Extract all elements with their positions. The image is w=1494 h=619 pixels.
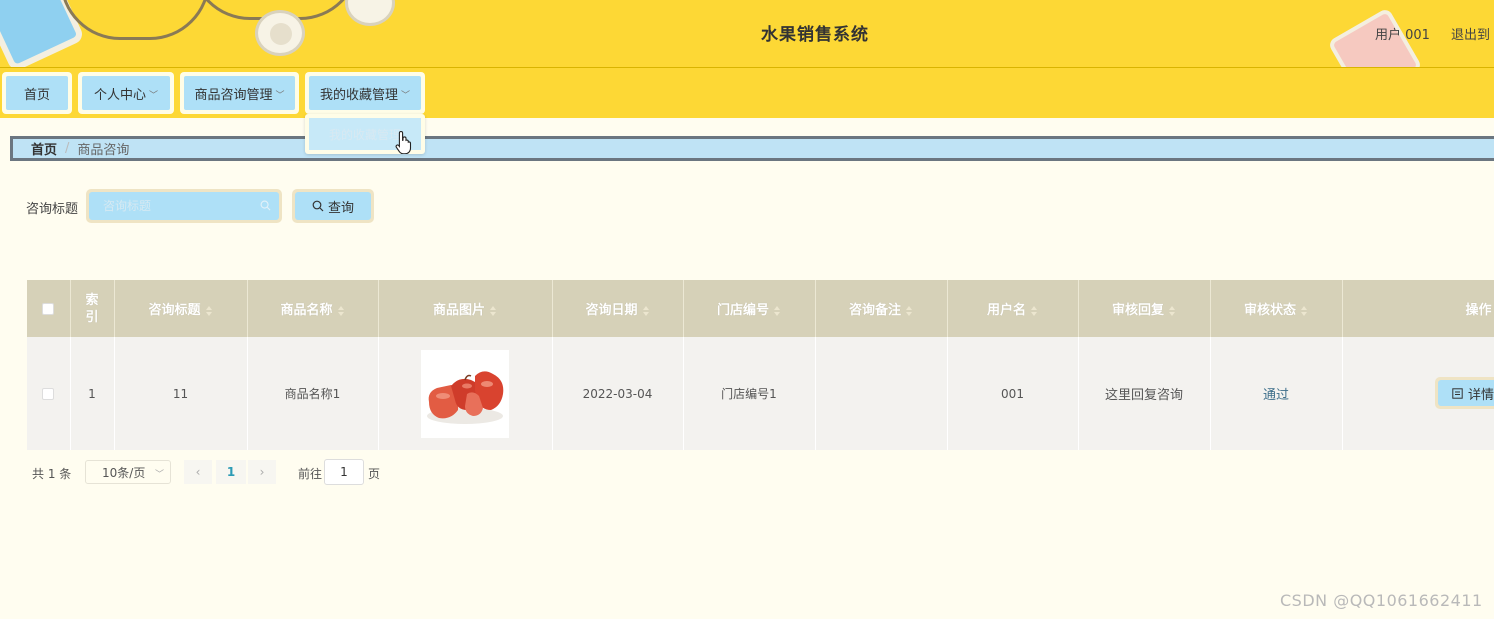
breadcrumb: 首页 / 商品咨询 [10, 136, 1494, 161]
nav-item-consult-management[interactable]: 商品咨询管理 ﹀ [180, 72, 299, 114]
sort-icon[interactable] [1031, 305, 1038, 316]
product-image[interactable] [421, 349, 509, 438]
chevron-down-icon: ﹀ [154, 470, 164, 480]
table-row: 1 11 商品名称1 2022-03-04 门店编号1 001 这里回复咨询 通… [27, 337, 1494, 450]
logout-link[interactable]: 退出到 [1451, 24, 1490, 43]
nav-item-label: 个人中心 [93, 87, 146, 103]
nav-item-label: 商品咨询管理 [194, 87, 273, 103]
column-label: 索引 [85, 292, 99, 325]
column-header-username[interactable]: 用户名 [947, 280, 1079, 337]
sort-icon[interactable] [774, 305, 781, 316]
row-checkbox[interactable] [42, 388, 55, 400]
search-input[interactable] [103, 199, 253, 213]
search-icon [260, 200, 271, 211]
sort-icon[interactable] [205, 305, 213, 316]
page-number-current[interactable]: 1 [216, 460, 246, 484]
chevron-left-icon: ‹ [195, 465, 201, 479]
row-select-cell [27, 337, 71, 450]
sort-icon[interactable] [906, 305, 913, 316]
column-header-store-no[interactable]: 门店编号 [683, 280, 816, 337]
cell-remark [815, 337, 948, 450]
cell-title: 11 [114, 337, 248, 450]
detail-button[interactable]: 详情 [1435, 377, 1494, 409]
search-icon [312, 200, 324, 212]
breadcrumb-separator: / [65, 141, 70, 156]
cell-username: 001 [947, 337, 1079, 450]
column-label: 门店编号 [716, 303, 769, 318]
chevron-down-icon: ﹀ [275, 90, 285, 101]
column-label: 审核状态 [1243, 303, 1296, 318]
column-label: 商品图片 [432, 303, 485, 318]
nav-item-label: 我的收藏管理 [319, 87, 398, 103]
column-header-reply[interactable]: 审核回复 [1078, 280, 1211, 337]
breadcrumb-current: 商品咨询 [77, 143, 130, 158]
pagination-total: 共 1 条 [32, 467, 72, 481]
document-icon [1452, 387, 1463, 399]
search-button-label: 查询 [327, 200, 354, 216]
cell-product-image [378, 337, 553, 450]
sort-icon[interactable] [1169, 305, 1176, 316]
breadcrumb-home[interactable]: 首页 [31, 139, 57, 158]
top-nav: 首页 个人中心 ﹀ 商品咨询管理 ﹀ 我的收藏管理 ﹀ [0, 68, 1494, 118]
column-header-index: 索引 [70, 280, 115, 337]
current-user: 用户 001 [1375, 28, 1430, 43]
column-header-date[interactable]: 咨询日期 [552, 280, 684, 337]
column-header-product-image[interactable]: 商品图片 [378, 280, 553, 337]
column-header-product-name[interactable]: 商品名称 [247, 280, 379, 337]
column-header-title[interactable]: 咨询标题 [114, 280, 248, 337]
column-label: 审核回复 [1111, 303, 1164, 318]
consult-table: 索引 咨询标题 商品名称 商品图片 咨询日期 门店编号 咨询备注 用户名 审核回… [27, 280, 1494, 450]
next-page-button[interactable]: › [248, 460, 276, 484]
column-label: 操作 [1465, 303, 1492, 318]
nav-item-home[interactable]: 首页 [2, 72, 72, 114]
select-all-checkbox[interactable] [42, 302, 55, 315]
page-label: 页 [368, 467, 381, 481]
search-field [86, 189, 282, 223]
cell-product-name: 商品名称1 [247, 337, 379, 450]
chevron-right-icon: › [259, 465, 265, 479]
page-size-value: 10条/页 [102, 465, 146, 480]
select-all-cell [27, 280, 71, 337]
column-label: 咨询备注 [848, 303, 901, 318]
cell-status: 通过 [1210, 337, 1343, 450]
column-header-remark[interactable]: 咨询备注 [815, 280, 948, 337]
sort-icon[interactable] [1301, 305, 1308, 316]
goto-label: 前往 [298, 467, 323, 481]
cell-reply: 这里回复咨询 [1078, 337, 1211, 450]
nav-item-personal-center[interactable]: 个人中心 ﹀ [78, 72, 174, 114]
column-label: 咨询标题 [148, 303, 201, 318]
column-label: 咨询日期 [585, 303, 638, 318]
detail-button-label: 详情 [1468, 387, 1494, 403]
column-header-actions: 操作 [1342, 280, 1494, 337]
cell-store-no: 门店编号1 [683, 337, 816, 450]
search-label: 咨询标题 [26, 202, 79, 217]
column-label: 商品名称 [280, 303, 333, 318]
watermark: CSDN @QQ1061662411 [1280, 591, 1483, 610]
search-button[interactable]: 查询 [292, 189, 374, 223]
page-size-select[interactable]: 10条/页 ﹀ [85, 460, 171, 484]
app-header: 水果销售系统 用户 001 退出到 [0, 0, 1494, 68]
app-title: 水果销售系统 [761, 25, 869, 45]
cell-index: 1 [70, 337, 115, 450]
sort-icon[interactable] [337, 305, 345, 316]
column-label: 用户名 [986, 303, 1026, 318]
nav-item-label: 首页 [23, 87, 50, 103]
table-header-row: 索引 咨询标题 商品名称 商品图片 咨询日期 门店编号 咨询备注 用户名 审核回… [27, 280, 1494, 337]
column-header-status[interactable]: 审核状态 [1210, 280, 1343, 337]
goto-page-input[interactable] [324, 459, 364, 485]
status-badge: 通过 [1262, 388, 1289, 403]
nav-item-favorites-management[interactable]: 我的收藏管理 ﹀ [305, 72, 425, 114]
sort-icon[interactable] [642, 305, 650, 316]
cell-date: 2022-03-04 [552, 337, 684, 450]
hand-cursor-icon [395, 130, 412, 154]
prev-page-button[interactable]: ‹ [184, 460, 212, 484]
sort-icon[interactable] [490, 305, 497, 316]
chevron-down-icon: ﹀ [149, 90, 159, 101]
chevron-down-icon: ﹀ [401, 90, 411, 101]
